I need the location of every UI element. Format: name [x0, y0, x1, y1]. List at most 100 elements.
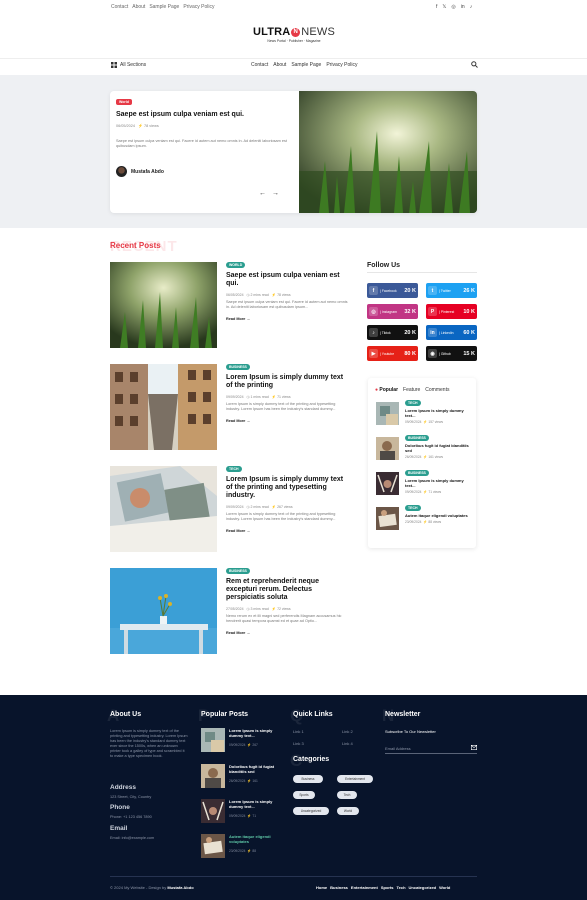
- footer-link-tech[interactable]: Tech: [397, 885, 406, 890]
- category-chip[interactable]: Sports: [293, 791, 315, 799]
- popular-tag[interactable]: BUSINESS: [405, 470, 429, 476]
- footer-popular-item[interactable]: Doloribus fugit id fugiat blanditiis sed…: [201, 764, 285, 790]
- footer-popular-title[interactable]: Autem itaque eligendi voluptates: [229, 834, 287, 844]
- top-link-about[interactable]: About: [132, 4, 145, 10]
- read-more-link[interactable]: Read More →: [226, 529, 348, 533]
- post-image[interactable]: [110, 364, 217, 450]
- post-image[interactable]: [110, 466, 217, 552]
- tab-feature[interactable]: Feature: [403, 387, 420, 393]
- search-icon[interactable]: [471, 61, 478, 70]
- footer-link-entertainment[interactable]: Entertainment: [351, 885, 378, 890]
- follow-button[interactable]: ♪ | Tiktok 20 K: [367, 325, 418, 340]
- footer-popular-title[interactable]: Doloribus fugit id fugiat blanditiis sed: [229, 764, 287, 774]
- footer-popular-thumb[interactable]: [201, 834, 225, 858]
- popular-thumb[interactable]: [376, 472, 399, 495]
- popular-item[interactable]: BUSINESS Lorem Ipsum is simply dummy text…: [376, 470, 472, 498]
- follow-button[interactable]: ◉ | Github 15 K: [426, 346, 477, 361]
- post-card[interactable]: BUSINESS Rem et reprehenderit neque exce…: [110, 568, 350, 654]
- category-chip[interactable]: Tech: [337, 791, 357, 799]
- arrow-right-icon[interactable]: →: [272, 190, 279, 197]
- hero-title[interactable]: Saepe est ipsum culpa veniam est qui.: [116, 111, 286, 118]
- facebook-icon[interactable]: f: [436, 4, 437, 10]
- footer-popular-thumb[interactable]: [201, 764, 225, 788]
- popular-thumb[interactable]: [376, 507, 399, 530]
- popular-thumb[interactable]: [376, 402, 399, 425]
- popular-tag[interactable]: TECH: [405, 505, 421, 511]
- post-title[interactable]: Lorem Ipsum is simply dummy text of the …: [226, 476, 348, 500]
- post-image[interactable]: [110, 262, 217, 348]
- post-image[interactable]: [110, 568, 217, 654]
- footer-popular-item[interactable]: Lorem Ipsum is simply dummy text... 09/0…: [201, 799, 285, 825]
- category-chip[interactable]: Business: [293, 775, 323, 783]
- popular-title[interactable]: Autem itaque eligendi voluptates: [405, 513, 473, 518]
- follow-button[interactable]: f | Facebook 20 K: [367, 283, 418, 298]
- footer-popular-item[interactable]: Autem itaque eligendi voluptates 23/09/2…: [201, 834, 285, 860]
- footer-link-business[interactable]: Business: [330, 885, 348, 890]
- hero-image[interactable]: [299, 91, 477, 213]
- follow-button[interactable]: in | Linkedin 60 K: [426, 325, 477, 340]
- quick-link-4[interactable]: Link 4: [342, 741, 353, 746]
- post-card[interactable]: BUSINESS Lorem Ipsum is simply dummy tex…: [110, 364, 350, 450]
- post-tag[interactable]: BUSINESS: [226, 364, 250, 370]
- popular-title[interactable]: Lorem Ipsum is simply dummy text...: [405, 478, 473, 488]
- footer-popular-thumb[interactable]: [201, 728, 225, 752]
- quick-link-1[interactable]: Link 1: [293, 729, 304, 734]
- copyright-author[interactable]: Mustafa Abdo: [167, 885, 193, 890]
- footer-link-home[interactable]: Home: [316, 885, 327, 890]
- popular-title[interactable]: Doloribus fugit id fugiat blanditiis sed: [405, 443, 473, 453]
- nav-privacy-policy[interactable]: Privacy Policy: [326, 62, 357, 68]
- top-link-contact[interactable]: Contact: [111, 4, 128, 10]
- post-card[interactable]: WORLD Saepe est ipsum culpa veniam est q…: [110, 262, 350, 348]
- post-title[interactable]: Saepe est ipsum culpa veniam est qui.: [226, 272, 348, 288]
- read-more-link[interactable]: Read More →: [226, 317, 348, 321]
- popular-tag[interactable]: TECH: [405, 400, 421, 406]
- footer-link-uncategorized[interactable]: Uncategorized: [409, 885, 437, 890]
- popular-item[interactable]: BUSINESS Doloribus fugit id fugiat blandi…: [376, 435, 472, 463]
- tab-comments[interactable]: Comments: [425, 387, 449, 393]
- top-link-privacy-policy[interactable]: Privacy Policy: [183, 4, 214, 10]
- post-tag[interactable]: TECH: [226, 466, 242, 472]
- post-title[interactable]: Rem et reprehenderit neque excepturi rer…: [226, 578, 348, 602]
- follow-button[interactable]: P | Pinterest 10 K: [426, 304, 477, 319]
- footer-link-world[interactable]: World: [439, 885, 450, 890]
- footer-popular-title[interactable]: Lorem Ipsum is simply dummy text...: [229, 728, 287, 738]
- popular-item[interactable]: TECH Lorem Ipsum is simply dummy text... 0…: [376, 400, 472, 428]
- instagram-icon[interactable]: ◎: [451, 4, 455, 10]
- hero-tag[interactable]: World: [116, 99, 132, 105]
- quick-link-3[interactable]: Link 3: [293, 741, 304, 746]
- read-more-link[interactable]: Read More →: [226, 419, 348, 423]
- send-icon[interactable]: [471, 745, 478, 751]
- popular-item[interactable]: TECH Autem itaque eligendi voluptates 23/0…: [376, 505, 472, 533]
- tab-popular[interactable]: ● Popular: [375, 387, 398, 393]
- read-more-link[interactable]: Read More →: [226, 631, 348, 635]
- follow-button[interactable]: t | Twitter 26 K: [426, 283, 477, 298]
- quick-link-2[interactable]: Link 2: [342, 729, 353, 734]
- tiktok-icon[interactable]: ♪: [470, 4, 473, 10]
- post-tag[interactable]: WORLD: [226, 262, 246, 268]
- linkedin-icon[interactable]: in: [461, 4, 465, 10]
- hero-author[interactable]: Mustafa Abdo: [116, 166, 164, 177]
- newsletter-email-input[interactable]: Email Address: [385, 743, 478, 754]
- footer-popular-item[interactable]: Lorem Ipsum is simply dummy text... 09/0…: [201, 728, 285, 754]
- arrow-left-icon[interactable]: ←: [259, 190, 266, 197]
- category-chip[interactable]: Entertainment: [337, 775, 373, 783]
- all-sections-button[interactable]: All Sections: [111, 62, 146, 68]
- post-title[interactable]: Lorem Ipsum is simply dummy text of the …: [226, 374, 348, 390]
- nav-about[interactable]: About: [273, 62, 286, 68]
- footer-popular-thumb[interactable]: [201, 799, 225, 823]
- nav-contact[interactable]: Contact: [251, 62, 268, 68]
- x-icon[interactable]: 𝕏: [442, 4, 446, 10]
- site-logo[interactable]: ULTRA N NEWS News Portal · Publisher · Mag…: [253, 26, 335, 46]
- category-chip[interactable]: Uncategorized: [293, 807, 329, 815]
- popular-tag[interactable]: BUSINESS: [405, 435, 429, 441]
- popular-thumb[interactable]: [376, 437, 399, 460]
- footer-popular-title[interactable]: Lorem Ipsum is simply dummy text...: [229, 799, 287, 809]
- follow-button[interactable]: ▶ | Youtube 80 K: [367, 346, 418, 361]
- post-card[interactable]: TECH Lorem Ipsum is simply dummy text of…: [110, 466, 350, 552]
- follow-button[interactable]: ◎ | Instagram 32 K: [367, 304, 418, 319]
- footer-link-sports[interactable]: Sports: [381, 885, 394, 890]
- nav-sample-page[interactable]: Sample Page: [291, 62, 321, 68]
- popular-title[interactable]: Lorem Ipsum is simply dummy text...: [405, 408, 473, 418]
- post-tag[interactable]: BUSINESS: [226, 568, 250, 574]
- category-chip[interactable]: World: [337, 807, 359, 815]
